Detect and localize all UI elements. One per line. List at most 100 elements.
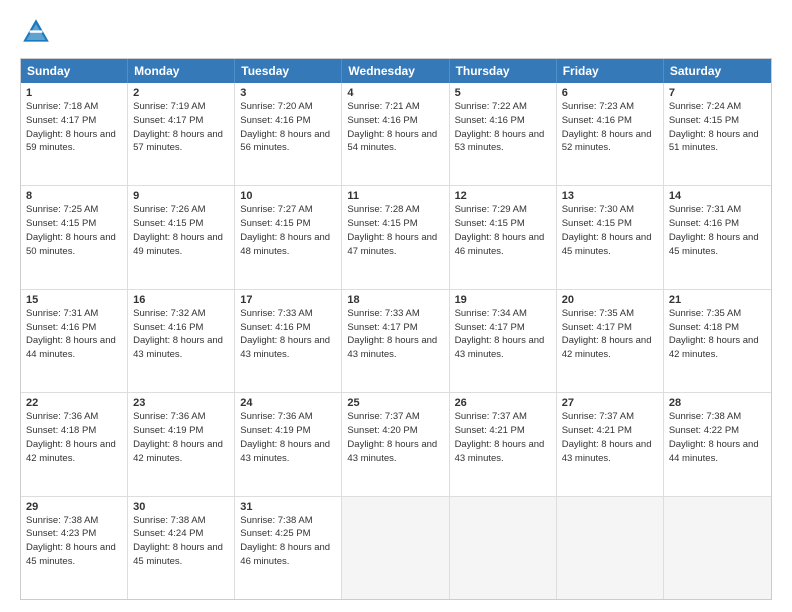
day-number: 10: [240, 190, 336, 202]
calendar-cell: 23Sunrise: 7:36 AM Sunset: 4:19 PM Dayli…: [128, 393, 235, 495]
page: SundayMondayTuesdayWednesdayThursdayFrid…: [0, 0, 792, 612]
day-info: Sunrise: 7:28 AM Sunset: 4:15 PM Dayligh…: [347, 203, 443, 258]
calendar-row-4: 22Sunrise: 7:36 AM Sunset: 4:18 PM Dayli…: [21, 393, 771, 496]
day-info: Sunrise: 7:38 AM Sunset: 4:25 PM Dayligh…: [240, 514, 336, 569]
calendar-cell: 11Sunrise: 7:28 AM Sunset: 4:15 PM Dayli…: [342, 186, 449, 288]
calendar-cell: [342, 497, 449, 599]
logo: [20, 16, 56, 48]
day-number: 29: [26, 501, 122, 513]
header-day-monday: Monday: [128, 59, 235, 83]
day-info: Sunrise: 7:22 AM Sunset: 4:16 PM Dayligh…: [455, 100, 551, 155]
calendar-cell: 4Sunrise: 7:21 AM Sunset: 4:16 PM Daylig…: [342, 83, 449, 185]
day-number: 21: [669, 294, 766, 306]
calendar-cell: 19Sunrise: 7:34 AM Sunset: 4:17 PM Dayli…: [450, 290, 557, 392]
day-info: Sunrise: 7:19 AM Sunset: 4:17 PM Dayligh…: [133, 100, 229, 155]
day-info: Sunrise: 7:21 AM Sunset: 4:16 PM Dayligh…: [347, 100, 443, 155]
day-number: 25: [347, 397, 443, 409]
day-info: Sunrise: 7:30 AM Sunset: 4:15 PM Dayligh…: [562, 203, 658, 258]
calendar-cell: 24Sunrise: 7:36 AM Sunset: 4:19 PM Dayli…: [235, 393, 342, 495]
day-info: Sunrise: 7:20 AM Sunset: 4:16 PM Dayligh…: [240, 100, 336, 155]
day-info: Sunrise: 7:25 AM Sunset: 4:15 PM Dayligh…: [26, 203, 122, 258]
header-day-saturday: Saturday: [664, 59, 771, 83]
day-info: Sunrise: 7:37 AM Sunset: 4:21 PM Dayligh…: [562, 410, 658, 465]
calendar-cell: 6Sunrise: 7:23 AM Sunset: 4:16 PM Daylig…: [557, 83, 664, 185]
day-info: Sunrise: 7:35 AM Sunset: 4:18 PM Dayligh…: [669, 307, 766, 362]
day-info: Sunrise: 7:24 AM Sunset: 4:15 PM Dayligh…: [669, 100, 766, 155]
day-info: Sunrise: 7:33 AM Sunset: 4:17 PM Dayligh…: [347, 307, 443, 362]
day-info: Sunrise: 7:18 AM Sunset: 4:17 PM Dayligh…: [26, 100, 122, 155]
calendar-cell: 31Sunrise: 7:38 AM Sunset: 4:25 PM Dayli…: [235, 497, 342, 599]
calendar-cell: 7Sunrise: 7:24 AM Sunset: 4:15 PM Daylig…: [664, 83, 771, 185]
day-number: 7: [669, 87, 766, 99]
day-info: Sunrise: 7:38 AM Sunset: 4:22 PM Dayligh…: [669, 410, 766, 465]
calendar-cell: 1Sunrise: 7:18 AM Sunset: 4:17 PM Daylig…: [21, 83, 128, 185]
header-day-thursday: Thursday: [450, 59, 557, 83]
calendar-cell: 18Sunrise: 7:33 AM Sunset: 4:17 PM Dayli…: [342, 290, 449, 392]
calendar-cell: 27Sunrise: 7:37 AM Sunset: 4:21 PM Dayli…: [557, 393, 664, 495]
calendar-body: 1Sunrise: 7:18 AM Sunset: 4:17 PM Daylig…: [21, 83, 771, 599]
calendar-cell: 3Sunrise: 7:20 AM Sunset: 4:16 PM Daylig…: [235, 83, 342, 185]
calendar-row-2: 8Sunrise: 7:25 AM Sunset: 4:15 PM Daylig…: [21, 186, 771, 289]
day-number: 19: [455, 294, 551, 306]
day-number: 14: [669, 190, 766, 202]
day-number: 17: [240, 294, 336, 306]
calendar-cell: 13Sunrise: 7:30 AM Sunset: 4:15 PM Dayli…: [557, 186, 664, 288]
day-info: Sunrise: 7:26 AM Sunset: 4:15 PM Dayligh…: [133, 203, 229, 258]
day-number: 22: [26, 397, 122, 409]
day-info: Sunrise: 7:36 AM Sunset: 4:18 PM Dayligh…: [26, 410, 122, 465]
day-info: Sunrise: 7:38 AM Sunset: 4:23 PM Dayligh…: [26, 514, 122, 569]
calendar-cell: 17Sunrise: 7:33 AM Sunset: 4:16 PM Dayli…: [235, 290, 342, 392]
calendar-cell: 15Sunrise: 7:31 AM Sunset: 4:16 PM Dayli…: [21, 290, 128, 392]
day-number: 3: [240, 87, 336, 99]
day-number: 15: [26, 294, 122, 306]
header-day-friday: Friday: [557, 59, 664, 83]
day-number: 26: [455, 397, 551, 409]
day-info: Sunrise: 7:37 AM Sunset: 4:21 PM Dayligh…: [455, 410, 551, 465]
calendar-cell: 16Sunrise: 7:32 AM Sunset: 4:16 PM Dayli…: [128, 290, 235, 392]
calendar-cell: 2Sunrise: 7:19 AM Sunset: 4:17 PM Daylig…: [128, 83, 235, 185]
day-info: Sunrise: 7:33 AM Sunset: 4:16 PM Dayligh…: [240, 307, 336, 362]
day-number: 13: [562, 190, 658, 202]
calendar-cell: 14Sunrise: 7:31 AM Sunset: 4:16 PM Dayli…: [664, 186, 771, 288]
calendar-row-5: 29Sunrise: 7:38 AM Sunset: 4:23 PM Dayli…: [21, 497, 771, 599]
day-info: Sunrise: 7:23 AM Sunset: 4:16 PM Dayligh…: [562, 100, 658, 155]
calendar-cell: 25Sunrise: 7:37 AM Sunset: 4:20 PM Dayli…: [342, 393, 449, 495]
day-info: Sunrise: 7:32 AM Sunset: 4:16 PM Dayligh…: [133, 307, 229, 362]
calendar-row-1: 1Sunrise: 7:18 AM Sunset: 4:17 PM Daylig…: [21, 83, 771, 186]
day-number: 18: [347, 294, 443, 306]
day-info: Sunrise: 7:38 AM Sunset: 4:24 PM Dayligh…: [133, 514, 229, 569]
calendar-cell: 9Sunrise: 7:26 AM Sunset: 4:15 PM Daylig…: [128, 186, 235, 288]
day-number: 23: [133, 397, 229, 409]
day-number: 28: [669, 397, 766, 409]
header: [20, 16, 772, 48]
day-number: 9: [133, 190, 229, 202]
day-number: 4: [347, 87, 443, 99]
day-number: 2: [133, 87, 229, 99]
calendar-cell: 12Sunrise: 7:29 AM Sunset: 4:15 PM Dayli…: [450, 186, 557, 288]
calendar-cell: 30Sunrise: 7:38 AM Sunset: 4:24 PM Dayli…: [128, 497, 235, 599]
calendar-cell: [557, 497, 664, 599]
calendar-cell: 5Sunrise: 7:22 AM Sunset: 4:16 PM Daylig…: [450, 83, 557, 185]
day-number: 5: [455, 87, 551, 99]
day-info: Sunrise: 7:31 AM Sunset: 4:16 PM Dayligh…: [26, 307, 122, 362]
day-info: Sunrise: 7:36 AM Sunset: 4:19 PM Dayligh…: [240, 410, 336, 465]
header-day-sunday: Sunday: [21, 59, 128, 83]
calendar-header: SundayMondayTuesdayWednesdayThursdayFrid…: [21, 59, 771, 83]
calendar-cell: 10Sunrise: 7:27 AM Sunset: 4:15 PM Dayli…: [235, 186, 342, 288]
calendar-cell: 29Sunrise: 7:38 AM Sunset: 4:23 PM Dayli…: [21, 497, 128, 599]
day-number: 8: [26, 190, 122, 202]
day-number: 31: [240, 501, 336, 513]
day-number: 11: [347, 190, 443, 202]
day-info: Sunrise: 7:34 AM Sunset: 4:17 PM Dayligh…: [455, 307, 551, 362]
day-number: 27: [562, 397, 658, 409]
day-number: 20: [562, 294, 658, 306]
day-info: Sunrise: 7:31 AM Sunset: 4:16 PM Dayligh…: [669, 203, 766, 258]
calendar-cell: 20Sunrise: 7:35 AM Sunset: 4:17 PM Dayli…: [557, 290, 664, 392]
calendar-cell: 21Sunrise: 7:35 AM Sunset: 4:18 PM Dayli…: [664, 290, 771, 392]
calendar-cell: 8Sunrise: 7:25 AM Sunset: 4:15 PM Daylig…: [21, 186, 128, 288]
day-number: 12: [455, 190, 551, 202]
day-info: Sunrise: 7:37 AM Sunset: 4:20 PM Dayligh…: [347, 410, 443, 465]
calendar-cell: [664, 497, 771, 599]
day-number: 6: [562, 87, 658, 99]
day-number: 24: [240, 397, 336, 409]
